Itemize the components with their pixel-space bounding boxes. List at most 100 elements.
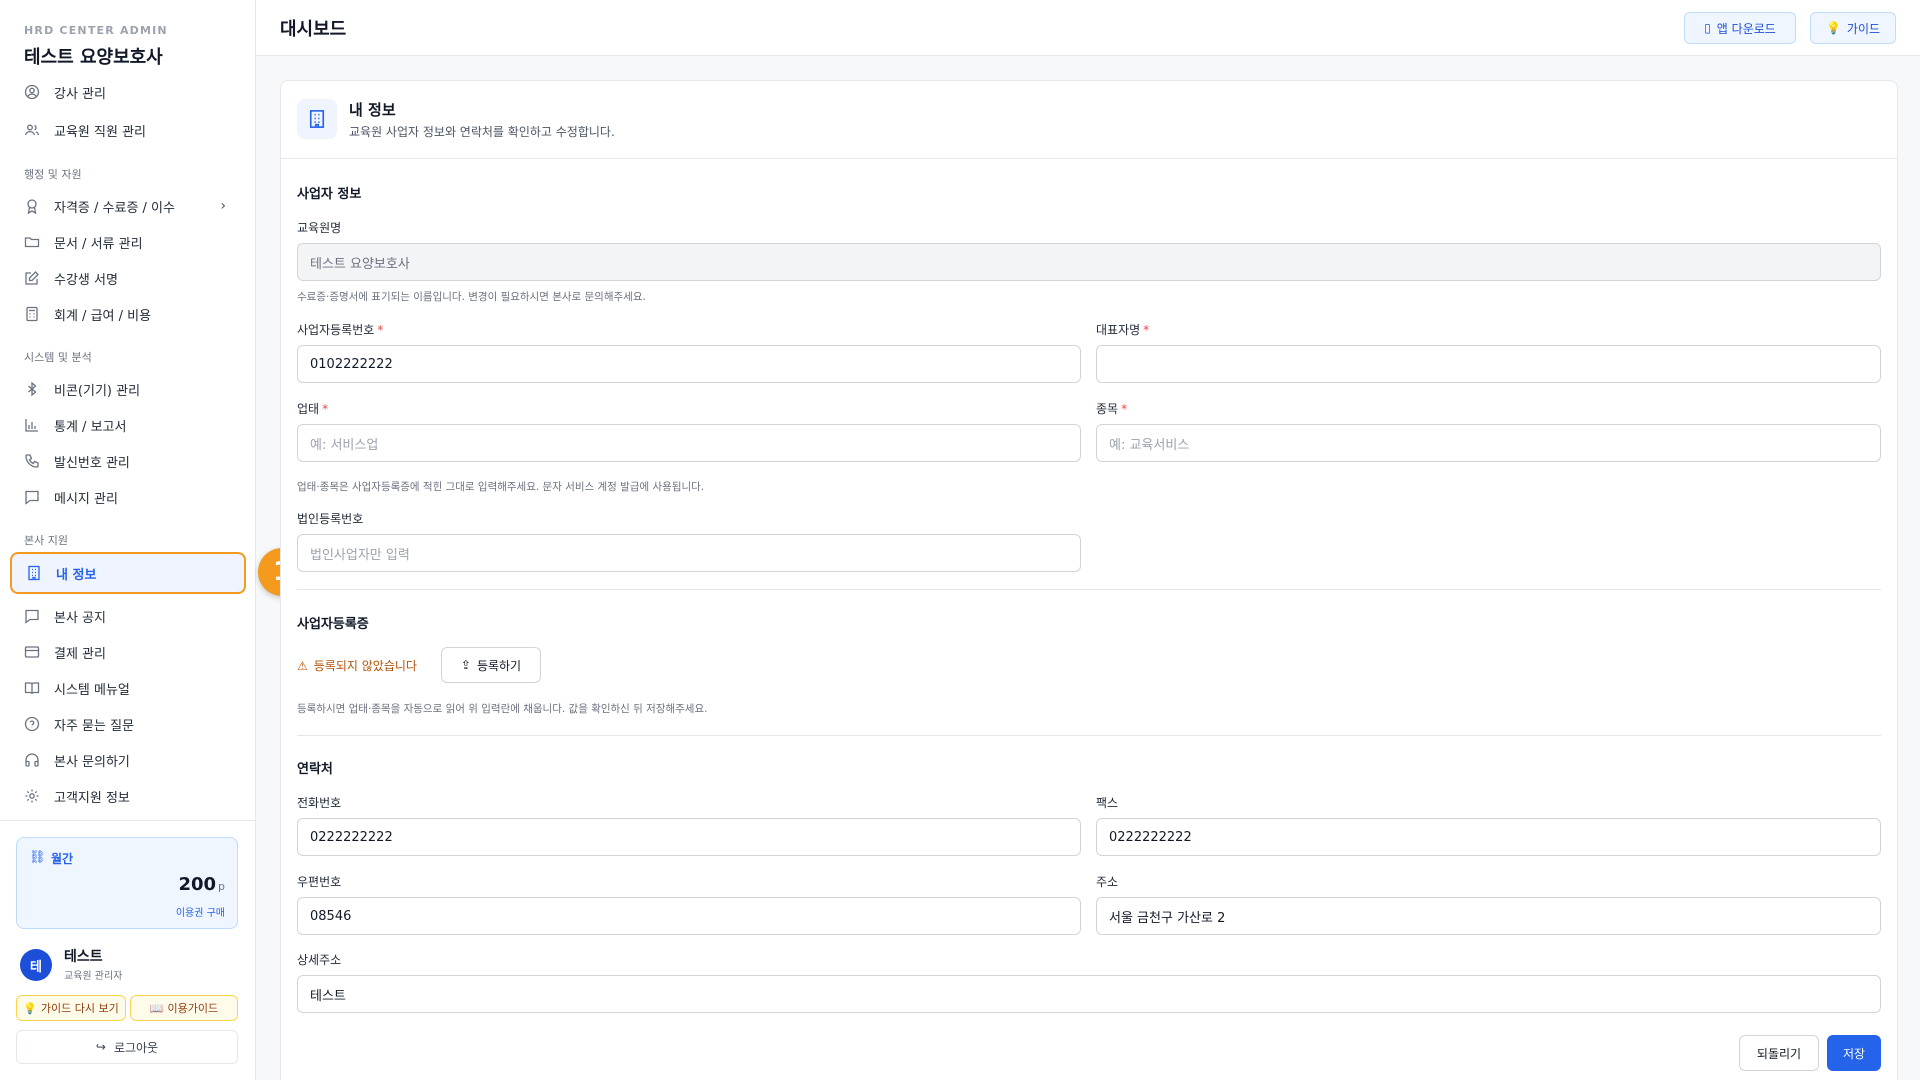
detail-address-label: 상세주소 xyxy=(297,953,342,967)
plan-card[interactable]: ⛓ 월간 200 p 이용권 구매 xyxy=(16,837,238,929)
corp-no-input[interactable]: 법인사업자만 입력 xyxy=(297,534,1081,572)
fax-label: 팩스 xyxy=(1096,796,1119,810)
card-header: 내 정보 교육원 사업자 정보와 연락처를 확인하고 수정합니다. xyxy=(281,81,1897,159)
center-name-label: 교육원명 xyxy=(297,221,342,235)
center-name-field: 테스트 요양보호사 xyxy=(297,243,1881,281)
settings-icon xyxy=(24,788,40,804)
biz-no-input[interactable]: 0102222222 xyxy=(297,345,1081,383)
sidebar-item-label: 강사 관리 xyxy=(54,86,106,102)
plan-name: 월간 xyxy=(51,852,74,866)
users-icon xyxy=(24,122,40,138)
guide-button[interactable]: 💡 가이드 xyxy=(1810,12,1896,44)
lightbulb-icon: 💡 xyxy=(1825,21,1841,35)
detail-address-input[interactable]: 테스트 xyxy=(297,975,1881,1013)
sidebar-item-label: 내 정보 xyxy=(56,567,97,583)
upload-cert-label: 등록하기 xyxy=(476,658,522,673)
sidebar-divider xyxy=(0,820,255,821)
biz-type-input[interactable]: 예: 서비스업 xyxy=(297,424,1081,462)
sidebar-item-signature[interactable]: 수강생 서명 xyxy=(10,260,246,296)
credit-card-icon xyxy=(24,644,40,660)
required-mark: * xyxy=(1121,402,1128,416)
sidebar-item-documents[interactable]: 문서 / 서류 관리 xyxy=(10,224,246,260)
user-role: 교육원 관리자 xyxy=(64,971,123,982)
pen-icon xyxy=(24,270,40,286)
section-divider xyxy=(297,589,1881,590)
sidebar-item-label: 자격증 / 수료증 / 이수 xyxy=(54,200,175,216)
sidebar-item-label: 수강생 서명 xyxy=(54,272,118,288)
building-icon xyxy=(26,565,42,581)
biz-item-input[interactable]: 예: 교육서비스 xyxy=(1096,424,1881,462)
phone-input[interactable]: 0222222222 xyxy=(297,818,1081,856)
sidebar-item-certificates[interactable]: 자격증 / 수료증 / 이수 › xyxy=(10,188,246,224)
biz-item-label: 종목 * xyxy=(1096,400,1127,417)
lightbulb-icon: 💡 xyxy=(23,1001,37,1015)
sidebar-item-staff[interactable]: 교육원 직원 관리 xyxy=(10,112,246,148)
book-icon: 📖 xyxy=(149,1001,164,1015)
section-label-system: 시스템 및 분석 xyxy=(24,351,92,364)
fax-input[interactable]: 0222222222 xyxy=(1096,818,1881,856)
user-circle-icon xyxy=(24,84,40,100)
usage-guide-button[interactable]: 📖 이용가이드 xyxy=(130,995,238,1021)
link-icon: ⛓ xyxy=(29,850,46,865)
user-name: 테스트 xyxy=(64,949,103,965)
headphones-icon xyxy=(24,752,40,768)
sidebar-item-instructors[interactable]: 강사 관리 xyxy=(10,84,246,110)
building-icon xyxy=(297,99,337,139)
sidebar-item-label: 교육원 직원 관리 xyxy=(54,124,146,140)
plan-points-unit: p xyxy=(218,880,225,893)
guide-again-button[interactable]: 💡 가이드 다시 보기 xyxy=(16,995,126,1021)
phone-icon xyxy=(24,453,40,469)
corp-no-label: 법인등록번호 xyxy=(297,512,364,526)
avatar: 테 xyxy=(20,949,52,981)
zip-input[interactable]: 08546 xyxy=(297,897,1081,935)
address-input[interactable]: 서울 금천구 가산로 2 xyxy=(1096,897,1881,935)
brand-subtitle: HRD CENTER ADMIN xyxy=(24,24,168,37)
topbar: 대시보드 ▯ 앱 다운로드 💡 가이드 xyxy=(256,0,1920,56)
biz-no-label-text: 사업자등록번호 xyxy=(297,323,375,337)
center-name-hint: 수료증·증명서에 표기되는 이름입니다. 변경이 필요하시면 본사로 문의해주세… xyxy=(297,291,646,303)
award-icon xyxy=(24,198,40,214)
plan-points-value: 200 xyxy=(178,874,217,895)
sidebar-item-label: 시스템 메뉴얼 xyxy=(54,682,130,698)
app-download-label: 앱 다운로드 xyxy=(1716,21,1776,36)
sidebar-item-sender-number[interactable]: 발신번호 관리 xyxy=(10,443,246,479)
brand: HRD CENTER ADMIN 테스트 요양보호사 xyxy=(24,24,168,69)
save-button[interactable]: 저장 xyxy=(1827,1035,1881,1071)
reset-button[interactable]: 되돌리기 xyxy=(1739,1035,1819,1071)
sidebar-item-label: 결제 관리 xyxy=(54,646,106,662)
sidebar-item-stats[interactable]: 통계 / 보고서 xyxy=(10,407,246,443)
sidebar-item-messages[interactable]: 메시지 관리 xyxy=(10,479,246,515)
sidebar-item-inquiry[interactable]: 본사 문의하기 xyxy=(10,742,246,778)
buy-pass-link[interactable]: 이용권 구매 xyxy=(176,904,225,919)
sidebar-item-label: 통계 / 보고서 xyxy=(54,419,127,435)
section-label-hq: 본사 지원 xyxy=(24,534,68,547)
sidebar-item-label: 본사 문의하기 xyxy=(54,754,130,770)
zip-label: 우편번호 xyxy=(297,875,342,889)
app-download-button[interactable]: ▯ 앱 다운로드 xyxy=(1684,12,1796,44)
sidebar-item-beacon[interactable]: 비콘(기기) 관리 xyxy=(10,371,246,407)
biz-type-label-text: 업태 xyxy=(297,402,320,416)
sidebar-item-label: 문서 / 서류 관리 xyxy=(54,236,143,252)
sidebar-item-support-info[interactable]: 고객지원 정보 xyxy=(10,778,246,814)
sidebar-item-accounting[interactable]: 회계 / 급여 / 비용 xyxy=(10,296,246,332)
logout-label: 로그아웃 xyxy=(113,1040,159,1055)
sidebar-item-notices[interactable]: 본사 공지 xyxy=(10,598,246,634)
business-section-title: 사업자 정보 xyxy=(297,187,362,202)
ceo-label: 대표자명 * xyxy=(1096,321,1149,338)
sidebar-item-faq[interactable]: 자주 묻는 질문 xyxy=(10,706,246,742)
biz-type-label: 업태 * xyxy=(297,400,328,417)
sidebar-item-payments[interactable]: 결제 관리 xyxy=(10,634,246,670)
required-mark: * xyxy=(377,323,384,337)
message-icon xyxy=(24,489,40,505)
biz-item-label-text: 종목 xyxy=(1096,402,1119,416)
address-label: 주소 xyxy=(1096,875,1119,889)
guide-again-label: 가이드 다시 보기 xyxy=(40,1002,119,1015)
ceo-input[interactable] xyxy=(1096,345,1881,383)
logout-button[interactable]: ↪ 로그아웃 xyxy=(16,1030,238,1064)
upload-cert-button[interactable]: ⇪ 등록하기 xyxy=(441,647,541,683)
sidebar-item-my-info[interactable]: 내 정보 xyxy=(10,552,246,594)
required-mark: * xyxy=(1143,323,1150,337)
warning-icon: ⚠ xyxy=(297,658,308,673)
sidebar-item-manual[interactable]: 시스템 메뉴얼 xyxy=(10,670,246,706)
bar-chart-icon xyxy=(24,417,40,433)
